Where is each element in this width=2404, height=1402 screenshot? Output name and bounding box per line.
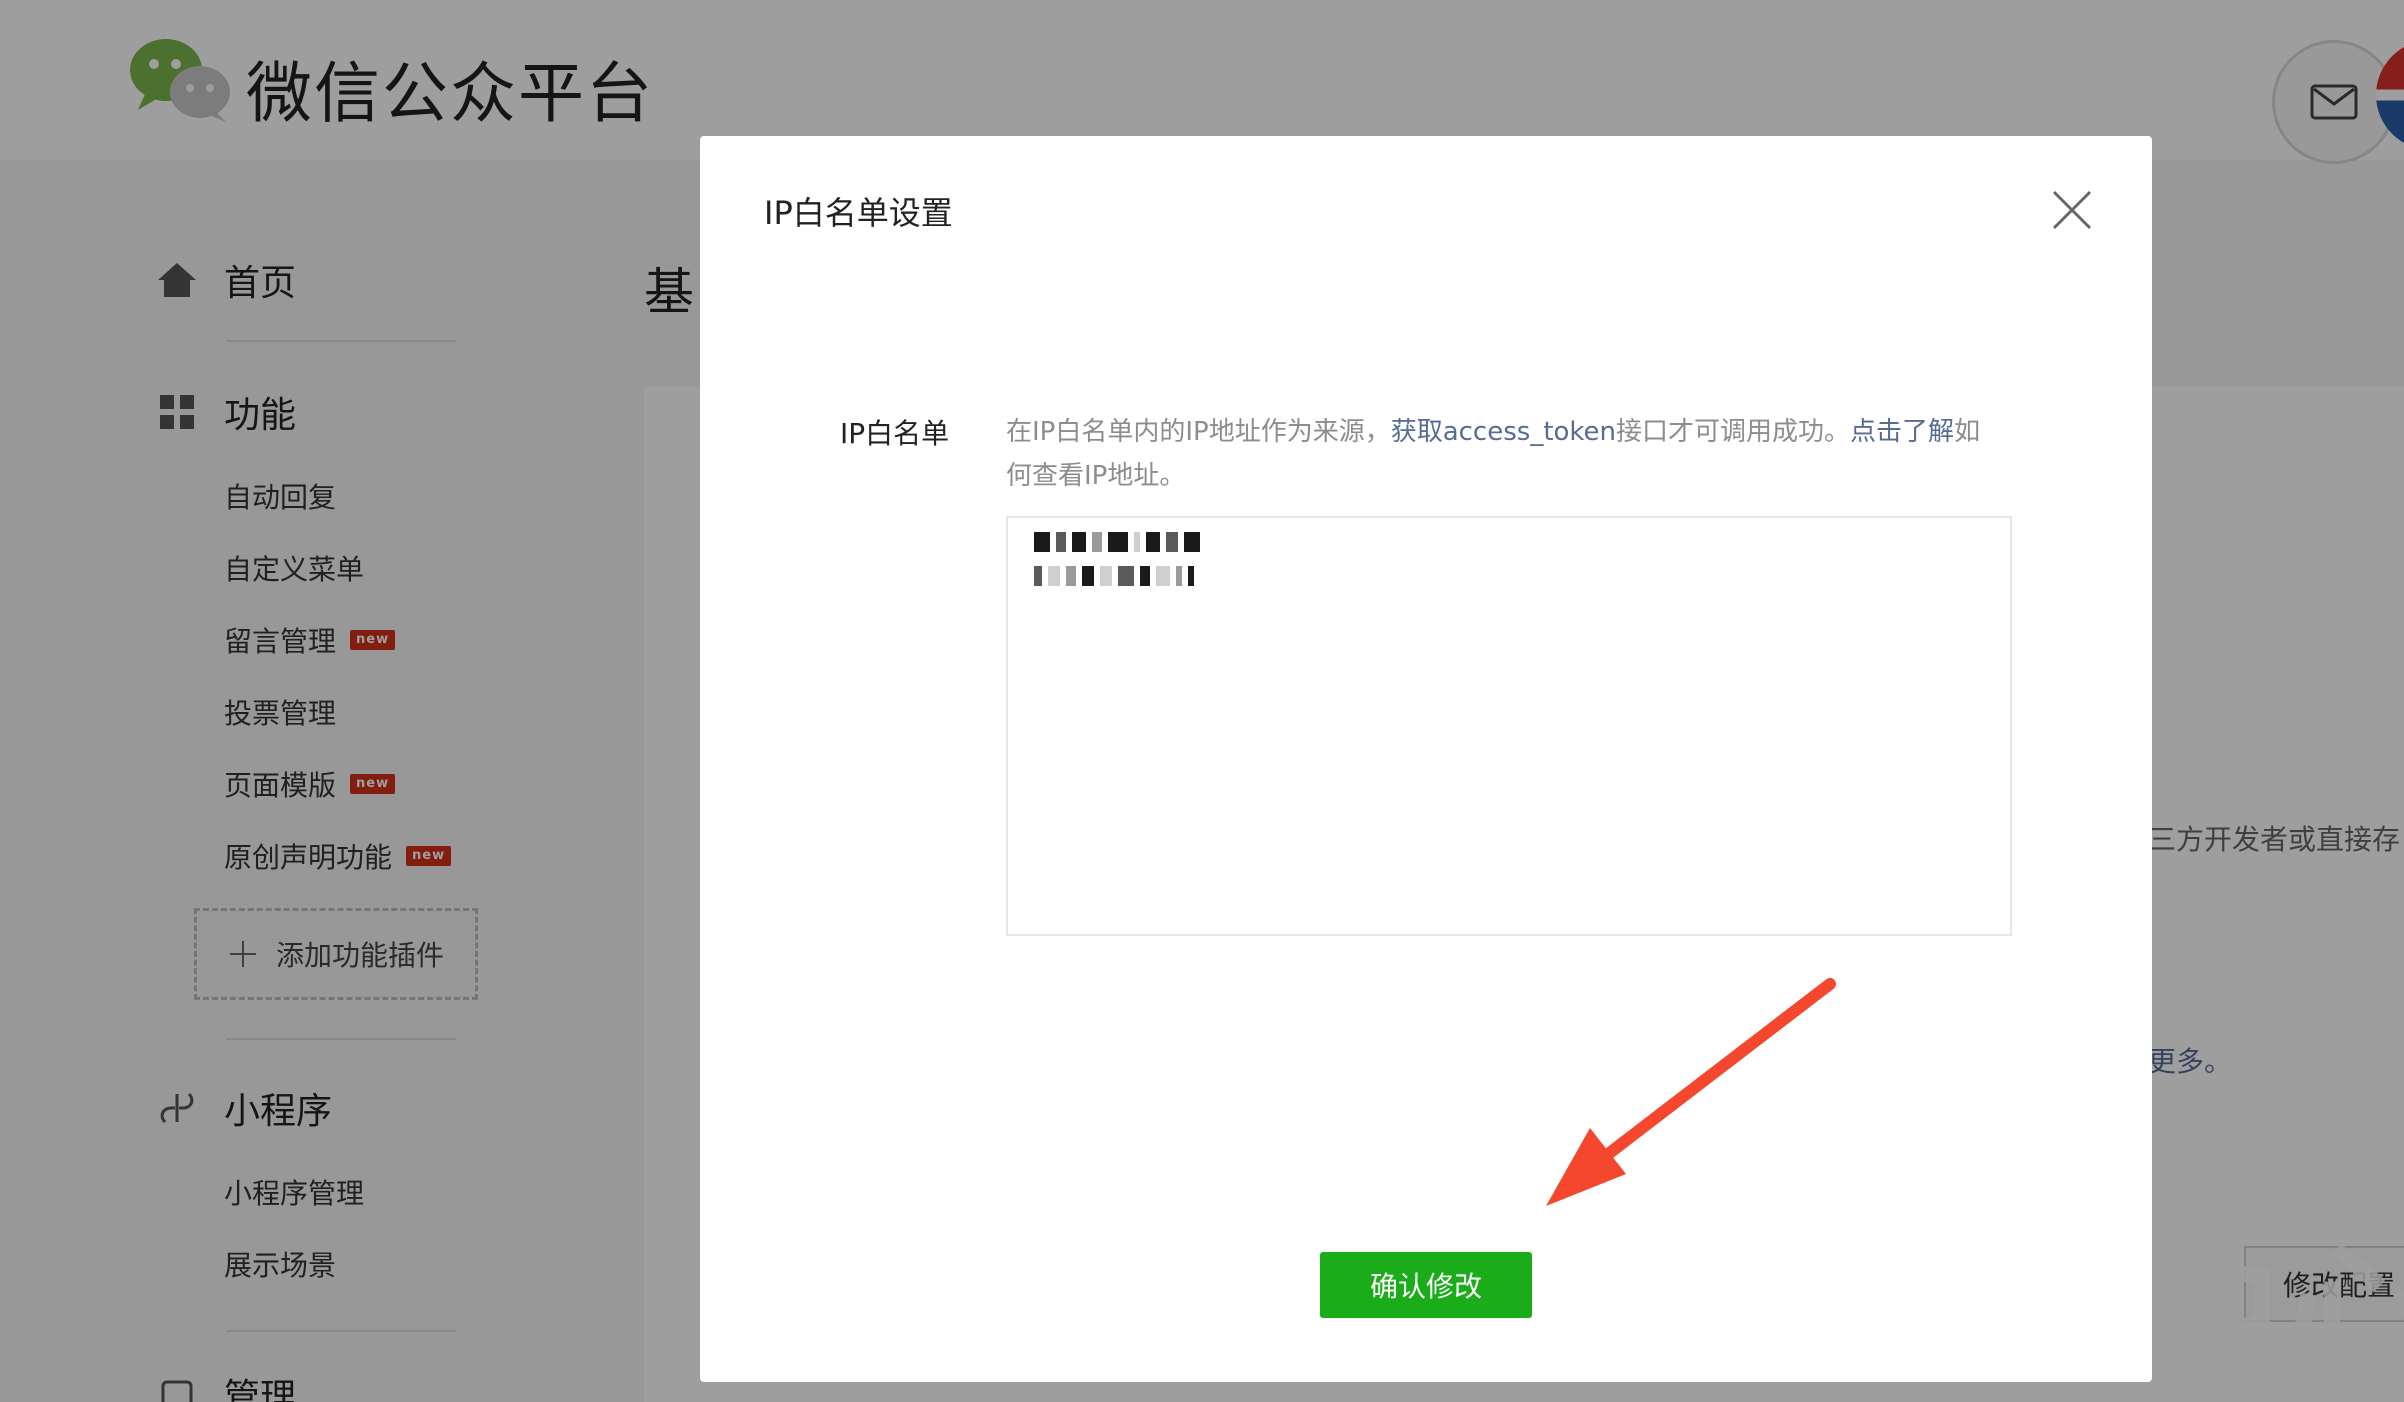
learn-more-link[interactable]: 点击了解 <box>1850 417 1954 447</box>
ip-whitelist-description: 在IP白名单内的IP地址作为来源，获取access_token接口才可调用成功。… <box>1006 410 2006 498</box>
redacted-ip-entry <box>1034 532 1200 552</box>
confirm-button[interactable]: 确认修改 <box>1320 1252 1532 1318</box>
ip-whitelist-dialog: IP白名单设置 IP白名单 在IP白名单内的IP地址作为来源，获取access_… <box>700 136 2152 1382</box>
desc-text: 在IP白名单内的IP地址作为来源， <box>1006 417 1391 447</box>
dialog-title: IP白名单设置 <box>764 194 953 232</box>
redacted-ip-entry <box>1034 566 1194 586</box>
access-token-link[interactable]: 获取access_token <box>1391 417 1616 447</box>
ip-whitelist-label: IP白名单 <box>840 417 950 450</box>
close-icon[interactable] <box>2050 188 2094 232</box>
desc-text: 接口才可调用成功。 <box>1616 417 1851 447</box>
